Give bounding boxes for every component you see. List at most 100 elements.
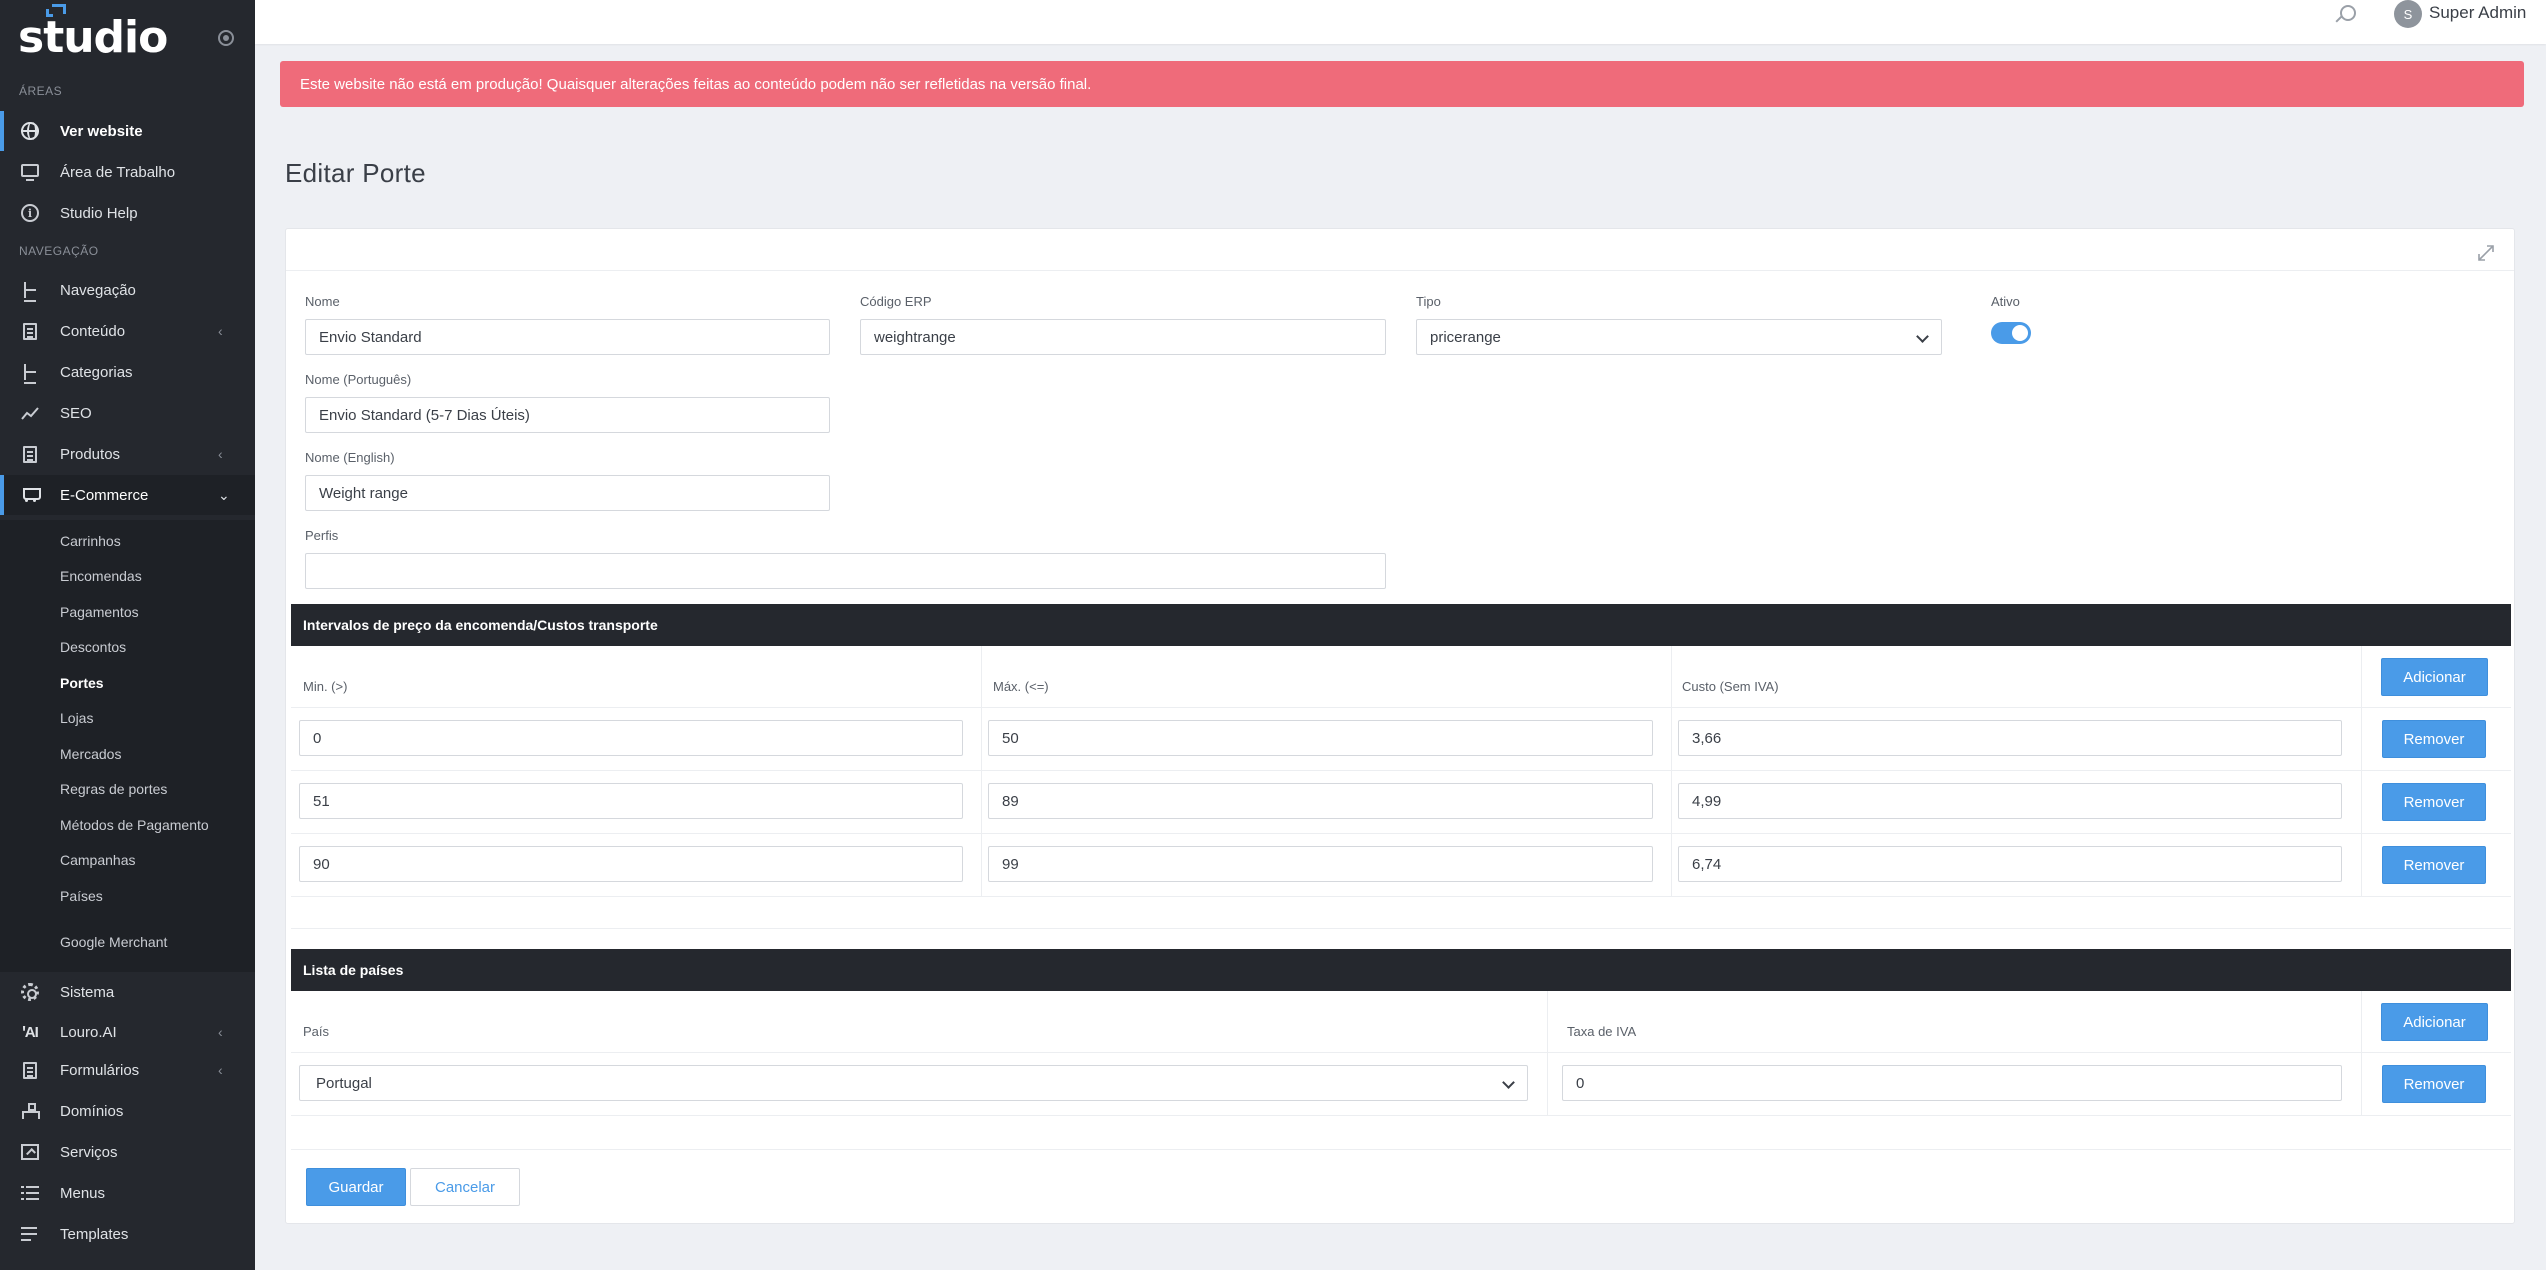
range-max-input[interactable]: 50 bbox=[988, 720, 1653, 756]
username[interactable]: Super Admin bbox=[2429, 3, 2526, 23]
perfis-input[interactable] bbox=[305, 553, 1386, 589]
range-cost-input[interactable]: 3,66 bbox=[1678, 720, 2342, 756]
submenu-item-lojas[interactable]: Lojas bbox=[60, 710, 93, 726]
submenu-item-pagamentos[interactable]: Pagamentos bbox=[60, 604, 139, 620]
ai-icon: ꞌAI bbox=[22, 1023, 39, 1041]
nome-en-label: Nome (English) bbox=[305, 450, 395, 465]
column-divider bbox=[1547, 991, 1548, 1116]
submenu-item-regras-de-portes[interactable]: Regras de portes bbox=[60, 781, 167, 797]
add-label: Adicionar bbox=[2403, 1013, 2466, 1031]
sidebar-item-label: Menus bbox=[60, 1184, 106, 1202]
column-divider bbox=[2361, 646, 2362, 897]
chevron-left-icon: ‹ bbox=[218, 1062, 223, 1078]
cancel-button[interactable]: Cancelar bbox=[410, 1168, 520, 1206]
range-cost-input[interactable]: 4,99 bbox=[1678, 783, 2342, 819]
alert-text: Este website não está em produção! Quais… bbox=[300, 75, 1092, 93]
sidebar-item-label: Categorias bbox=[60, 363, 133, 381]
cell-value: 0 bbox=[313, 729, 322, 747]
save-button[interactable]: Guardar bbox=[306, 1168, 406, 1206]
sidebar-item-ecommerce[interactable]: E-Commerce ⌄ bbox=[0, 475, 255, 515]
save-label: Guardar bbox=[328, 1178, 384, 1196]
submenu-item-campanhas[interactable]: Campanhas bbox=[60, 852, 136, 868]
submenu-item-carrinhos[interactable]: Carrinhos bbox=[60, 533, 121, 549]
search-icon[interactable] bbox=[2332, 3, 2356, 27]
sidebar-item-ver-website[interactable]: Ver website bbox=[0, 111, 255, 151]
table-row: 0 50 3,66 Remover bbox=[291, 708, 2511, 771]
country-select[interactable]: Portugal bbox=[299, 1065, 1528, 1101]
cell-value: 3,66 bbox=[1692, 729, 1722, 747]
cell-value: 90 bbox=[313, 855, 330, 873]
sidebar-item-formularios[interactable]: Formulários ‹ bbox=[0, 1050, 255, 1090]
submenu-item-encomendas[interactable]: Encomendas bbox=[60, 568, 142, 584]
expand-icon[interactable] bbox=[2476, 243, 2496, 263]
remove-button[interactable]: Remover bbox=[2382, 783, 2486, 821]
globe-icon bbox=[20, 121, 40, 141]
sidebar-item-templates[interactable]: Templates bbox=[0, 1214, 255, 1254]
submenu-item-paises[interactable]: Países bbox=[60, 888, 103, 904]
col-header-max: Máx. (<=) bbox=[993, 679, 1049, 694]
range-min-input[interactable]: 90 bbox=[299, 846, 963, 882]
nome-input[interactable]: Envio Standard bbox=[305, 319, 830, 355]
codigo-erp-input[interactable]: weightrange bbox=[860, 319, 1386, 355]
range-min-input[interactable]: 0 bbox=[299, 720, 963, 756]
tax-input[interactable]: 0 bbox=[1562, 1065, 2342, 1101]
sidebar-item-sistema[interactable]: Sistema bbox=[0, 972, 255, 1012]
column-divider bbox=[981, 646, 982, 897]
sidebar-item-categorias[interactable]: Categorias bbox=[0, 352, 255, 392]
sidebar-item-dominios[interactable]: Domínios bbox=[0, 1091, 255, 1131]
remove-button[interactable]: Remover bbox=[2382, 846, 2486, 884]
section-label-navegacao: NAVEGAÇÃO bbox=[19, 244, 99, 258]
sidebar-item-produtos[interactable]: Produtos ‹ bbox=[0, 434, 255, 474]
submenu-item-metodos-de-pagamento[interactable]: Métodos de Pagamento bbox=[60, 817, 209, 833]
submenu-item-mercados[interactable]: Mercados bbox=[60, 746, 121, 762]
codigo-erp-label: Código ERP bbox=[860, 294, 932, 309]
range-cost-input[interactable]: 6,74 bbox=[1678, 846, 2342, 882]
page-title: Editar Porte bbox=[285, 158, 426, 188]
avatar[interactable]: S bbox=[2394, 0, 2422, 28]
gear-icon bbox=[20, 982, 40, 1002]
tree-icon bbox=[20, 362, 40, 384]
nome-pt-input[interactable]: Envio Standard (5-7 Dias Úteis) bbox=[305, 397, 830, 433]
sidebar-item-conteudo[interactable]: Conteúdo ‹ bbox=[0, 311, 255, 351]
cancel-label: Cancelar bbox=[434, 1178, 496, 1196]
tipo-select[interactable]: pricerange bbox=[1416, 319, 1942, 355]
sidebar-item-servicos[interactable]: Serviços bbox=[0, 1132, 255, 1172]
chevron-left-icon: ‹ bbox=[218, 1024, 223, 1040]
document-icon bbox=[20, 1060, 40, 1080]
sidebar-item-studio-help[interactable]: i Studio Help bbox=[0, 193, 255, 233]
sidebar-item-area-de-trabalho[interactable]: Área de Trabalho bbox=[0, 152, 255, 192]
submenu-item-descontos[interactable]: Descontos bbox=[60, 639, 126, 655]
table-spacer-row bbox=[291, 1116, 2511, 1150]
remove-button[interactable]: Remover bbox=[2382, 1065, 2486, 1103]
ranges-header-row: Min. (>) Máx. (<=) Custo (Sem IVA) Adici… bbox=[291, 646, 2511, 708]
range-min-input[interactable]: 51 bbox=[299, 783, 963, 819]
table-row: 90 99 6,74 Remover bbox=[291, 834, 2511, 897]
sidebar-item-label: Conteúdo bbox=[60, 322, 126, 340]
sidebar-item-label: SEO bbox=[60, 404, 92, 422]
countries-add-button[interactable]: Adicionar bbox=[2381, 1003, 2488, 1041]
sidebar-item-seo[interactable]: SEO bbox=[0, 393, 255, 433]
cell-value: 6,74 bbox=[1692, 855, 1722, 873]
section-label-areas: ÁREAS bbox=[19, 84, 63, 98]
sidebar-item-navegacao[interactable]: Navegação bbox=[0, 270, 255, 310]
sidebar-toggle-icon[interactable] bbox=[218, 30, 234, 46]
chevron-left-icon: ‹ bbox=[218, 446, 223, 462]
submenu-item-portes[interactable]: Portes bbox=[60, 675, 104, 691]
sidebar: studio ÁREAS Ver website Área de Trabalh… bbox=[0, 0, 255, 1270]
nome-en-input[interactable]: Weight range bbox=[305, 475, 830, 511]
sidebar-item-menus[interactable]: Menus bbox=[0, 1173, 255, 1213]
tipo-label: Tipo bbox=[1416, 294, 1441, 309]
range-max-input[interactable]: 89 bbox=[988, 783, 1653, 819]
cell-value: 0 bbox=[1576, 1074, 1585, 1092]
countries-section-header: Lista de países bbox=[291, 949, 2511, 991]
ranges-add-button[interactable]: Adicionar bbox=[2381, 658, 2488, 696]
submenu-item-google-merchant[interactable]: Google Merchant bbox=[60, 934, 167, 950]
codigo-erp-value: weightrange bbox=[874, 328, 956, 346]
remove-button[interactable]: Remover bbox=[2382, 720, 2486, 758]
ativo-toggle[interactable] bbox=[1991, 322, 2031, 344]
sidebar-item-label: Domínios bbox=[60, 1102, 124, 1120]
studio-logo[interactable]: studio bbox=[18, 4, 218, 63]
sidebar-item-louro-ai[interactable]: ꞌAI Louro.AI ‹ bbox=[0, 1012, 255, 1052]
range-max-input[interactable]: 99 bbox=[988, 846, 1653, 882]
add-label: Adicionar bbox=[2403, 668, 2466, 686]
